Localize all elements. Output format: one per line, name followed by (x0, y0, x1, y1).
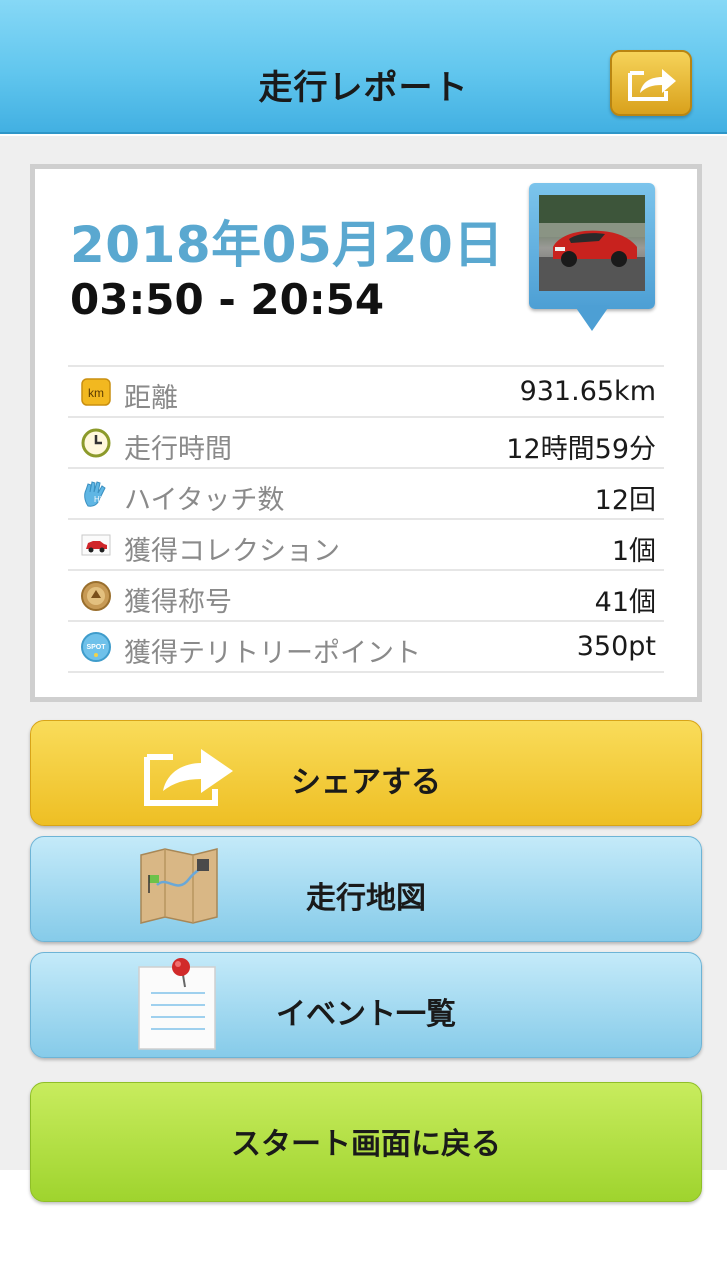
car-photo-thumbnail (539, 195, 645, 291)
share-button-label: シェアする (291, 765, 441, 800)
svg-text:SPOT: SPOT (86, 644, 106, 651)
stat-label: 獲得コレクション (124, 536, 340, 567)
stat-value: 350pt (576, 631, 656, 662)
stat-value: 1個 (611, 536, 656, 567)
event-list-button[interactable]: イベント一覧 (30, 952, 702, 1058)
car-icon (80, 529, 112, 561)
report-card: 2018年05月20日 03:50 - 20:54 km 距離 931.65km… (30, 164, 702, 702)
stat-row-titles: 獲得称号 41個 (68, 571, 664, 622)
stat-row-collection: 獲得コレクション 1個 (68, 520, 664, 571)
clock-icon (80, 427, 112, 459)
stat-label: 走行時間 (124, 434, 232, 465)
stat-value: 41個 (594, 587, 656, 618)
report-time-range: 03:50 - 20:54 (70, 275, 385, 324)
share-arrow-icon (628, 69, 676, 101)
photo-pin[interactable] (529, 183, 655, 335)
stat-value: 12時間59分 (506, 434, 656, 465)
photo-frame (529, 183, 655, 309)
header-share-button[interactable] (610, 50, 692, 116)
header-bar: 走行レポート (0, 0, 727, 134)
stat-label: 距離 (124, 383, 178, 414)
event-list-button-label: イベント一覧 (276, 997, 456, 1032)
svg-text:Hi: Hi (94, 495, 102, 504)
content-area: 2018年05月20日 03:50 - 20:54 km 距離 931.65km… (0, 136, 727, 1202)
medal-icon (80, 580, 112, 612)
stat-row-distance: km 距離 931.65km (68, 367, 664, 418)
report-date: 2018年05月20日 (70, 216, 504, 274)
pin-pointer (574, 305, 610, 331)
back-to-start-button[interactable]: スタート画面に戻る (30, 1082, 702, 1202)
km-icon: km (80, 376, 112, 408)
drive-map-button[interactable]: 走行地図 (30, 836, 702, 942)
stat-label: ハイタッチ数 (124, 485, 285, 516)
stat-row-drive-time: 走行時間 12時間59分 (68, 418, 664, 469)
drive-map-button-label: 走行地図 (306, 881, 426, 916)
high-five-icon: Hi (80, 478, 112, 510)
spot-icon: SPOT (80, 631, 112, 663)
stat-row-territory: SPOT 獲得テリトリーポイント 350pt (68, 622, 664, 673)
stat-label: 獲得称号 (124, 587, 232, 618)
stat-value: 931.65km (519, 376, 656, 407)
svg-text:km: km (88, 386, 104, 400)
share-button[interactable]: シェアする (30, 720, 702, 826)
stats-list: km 距離 931.65km 走行時間 12時間59分 Hi ハイタッチ数 12… (68, 365, 664, 673)
back-to-start-button-label: スタート画面に戻る (231, 1127, 501, 1162)
stat-row-high-five: Hi ハイタッチ数 12回 (68, 469, 664, 520)
stat-label: 獲得テリトリーポイント (124, 638, 421, 669)
stat-value: 12回 (594, 485, 656, 516)
app-screen: 走行レポート 2018年05月20日 03:50 - 20:54 km 距離 9… (0, 0, 727, 1280)
